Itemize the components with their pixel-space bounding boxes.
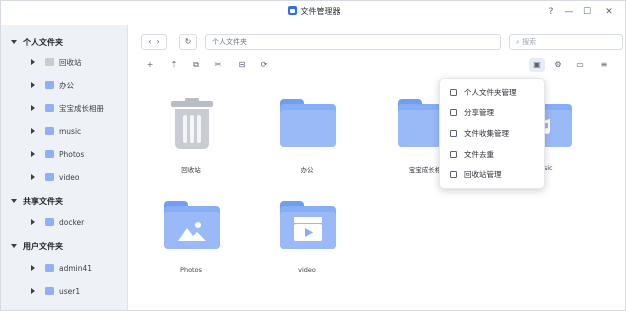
close-button[interactable]: ✕ <box>601 4 617 20</box>
caret-right-icon <box>31 128 35 134</box>
file-item-photos[interactable]: Photos <box>151 199 231 279</box>
compress-button[interactable]: ⊟ <box>235 58 249 72</box>
share-button[interactable]: ⟳ <box>257 58 271 72</box>
menu-item-recycle-manage[interactable]: 回收站管理 <box>440 165 546 185</box>
sidebar-item-docker[interactable]: docker <box>31 215 84 231</box>
menu-item-share-manage[interactable]: 分享管理 <box>440 103 546 123</box>
copy-button[interactable]: ⧉ <box>189 58 203 72</box>
new-button[interactable]: + <box>143 58 157 72</box>
folder-icon <box>45 173 54 181</box>
caret-right-icon <box>31 105 35 111</box>
window-title: 文件管理器 <box>1 6 625 17</box>
folder-icon <box>45 264 54 272</box>
file-label: 办公 <box>300 166 314 174</box>
settings-button[interactable]: ⚙ <box>551 58 565 72</box>
caret-right-icon <box>31 151 35 157</box>
cut-button[interactable]: ✂ <box>211 58 225 72</box>
forward-button[interactable]: › <box>157 37 160 46</box>
window-title-text: 文件管理器 <box>300 7 341 16</box>
caret-down-icon <box>11 40 17 44</box>
sidebar-item-office[interactable]: 办公 <box>31 78 74 94</box>
trash-icon <box>450 171 457 178</box>
refresh-button[interactable]: ↻ <box>179 34 197 50</box>
sidebar-group-personal[interactable]: 个人文件夹 <box>11 37 63 48</box>
minimize-button[interactable]: — <box>561 4 577 20</box>
folder-icon <box>280 201 336 249</box>
sidebar-group-users[interactable]: 用户文件夹 <box>11 241 63 252</box>
folder-icon <box>45 218 54 226</box>
sidebar: 个人文件夹 回收站 办公 宝宝成长相册 music Photos video 共… <box>1 25 128 310</box>
image-icon <box>178 222 206 241</box>
file-label: 回收站 <box>181 166 201 174</box>
back-button[interactable]: ‹ <box>148 37 151 46</box>
folder-manage-icon <box>450 89 457 96</box>
folder-icon <box>45 81 54 89</box>
menu-item-file-collect-manage[interactable]: 文件收集管理 <box>440 124 546 144</box>
trash-icon <box>45 58 54 66</box>
sidebar-item-music[interactable]: music <box>31 124 81 140</box>
caret-down-icon <box>11 199 17 203</box>
video-clapper-icon <box>294 217 322 241</box>
folder-icon <box>280 99 336 147</box>
dedupe-icon <box>450 151 457 158</box>
sidebar-item-video[interactable]: video <box>31 170 80 186</box>
maximize-button[interactable]: ☐ <box>579 4 595 20</box>
caret-right-icon <box>31 288 35 294</box>
search-icon: ⌕ <box>516 38 520 46</box>
file-label: Photos <box>180 266 202 274</box>
sort-button[interactable]: ≡ <box>597 58 611 72</box>
folder-icon <box>45 150 54 158</box>
path-input[interactable]: 个人文件夹 <box>205 34 501 50</box>
view-button[interactable]: ▭ <box>573 58 587 72</box>
folder-icon <box>45 104 54 112</box>
search-input[interactable]: ⌕ 搜索 <box>509 34 623 50</box>
caret-right-icon <box>31 219 35 225</box>
file-label: video <box>298 266 316 274</box>
folder-icon <box>164 201 220 249</box>
caret-right-icon <box>31 174 35 180</box>
caret-down-icon <box>11 244 17 248</box>
folder-icon <box>45 287 54 295</box>
sidebar-item-admin41[interactable]: admin41 <box>31 261 92 277</box>
collect-icon <box>450 130 457 137</box>
help-button[interactable]: ? <box>543 4 559 20</box>
sidebar-item-photos[interactable]: Photos <box>31 147 84 163</box>
app-icon <box>287 6 297 15</box>
back-forward-group: ‹ › <box>141 34 167 50</box>
sidebar-item-user1[interactable]: user1 <box>31 284 80 300</box>
file-item-video[interactable]: video <box>267 199 347 279</box>
file-manager-window: 文件管理器 ? — ☐ ✕ 个人文件夹 回收站 办公 宝宝成长相册 music … <box>0 0 626 311</box>
sidebar-item-recycle[interactable]: 回收站 <box>31 55 82 71</box>
main-panel: ‹ › ↻ 个人文件夹 ⌕ 搜索 + ⇡ ⧉ ✂ ⊟ ⟳ ▣ ⚙ ▭ ≡ 回收站 <box>129 25 625 310</box>
sidebar-item-baby-album[interactable]: 宝宝成长相册 <box>31 101 104 117</box>
share-icon <box>450 109 457 116</box>
caret-right-icon <box>31 82 35 88</box>
caret-right-icon <box>31 59 35 65</box>
caret-right-icon <box>31 265 35 271</box>
file-item-recycle[interactable]: 回收站 <box>151 97 231 177</box>
folder-tools-menu: 个人文件夹管理 分享管理 文件收集管理 文件去重 回收站管理 <box>439 78 545 189</box>
folder-icon <box>45 127 54 135</box>
menu-item-dedupe[interactable]: 文件去重 <box>440 145 546 165</box>
folder-tools-button[interactable]: ▣ <box>529 58 545 72</box>
trash-icon <box>171 98 213 149</box>
title-bar: 文件管理器 ? — ☐ ✕ <box>1 1 625 25</box>
upload-button[interactable]: ⇡ <box>167 58 181 72</box>
sidebar-group-shared[interactable]: 共享文件夹 <box>11 196 63 207</box>
file-item-office[interactable]: 办公 <box>267 97 347 177</box>
menu-item-personal-folder-manage[interactable]: 个人文件夹管理 <box>440 83 546 103</box>
